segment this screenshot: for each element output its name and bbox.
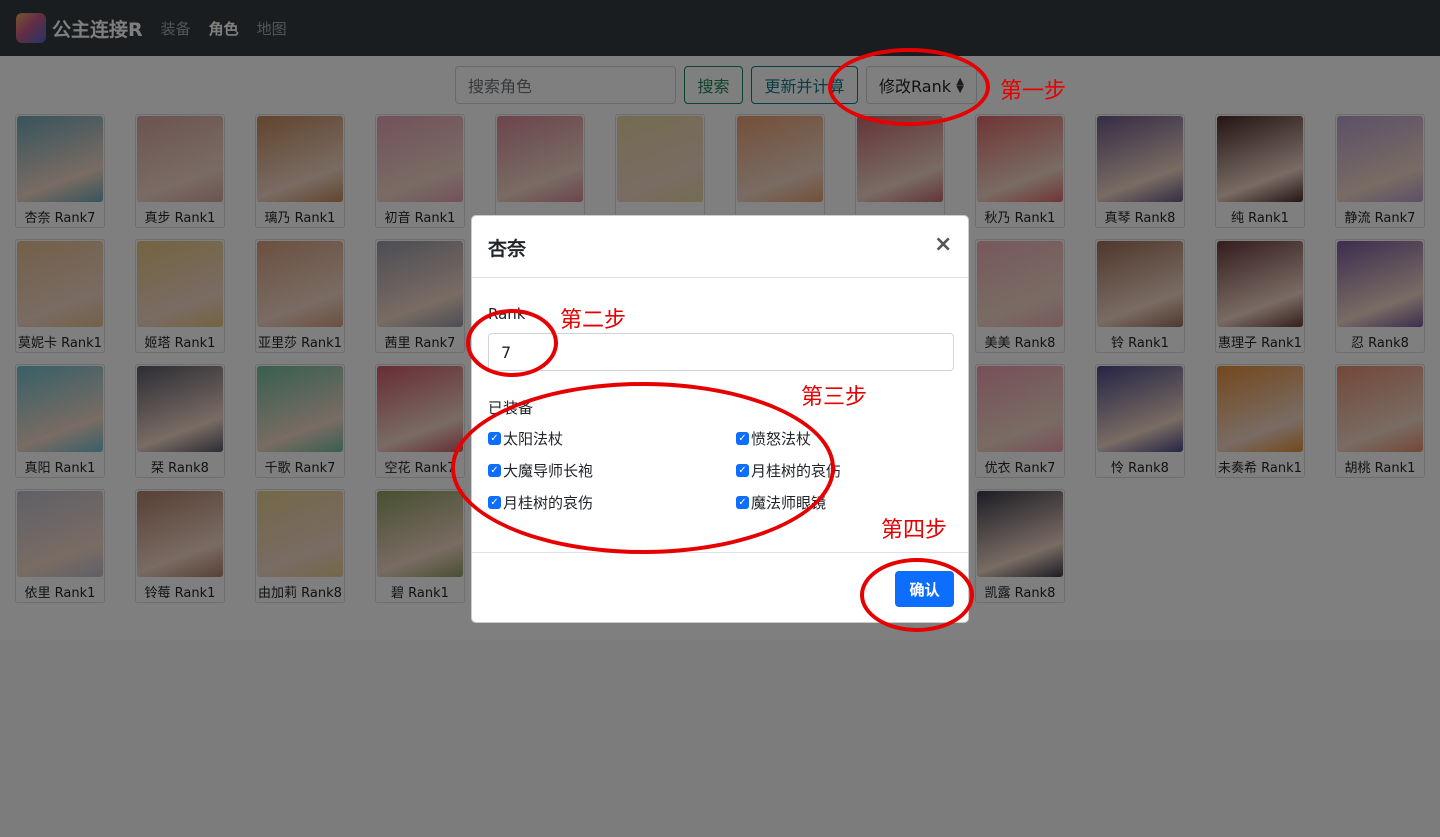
annotation-ring-step4 (860, 558, 974, 632)
modal-header: 杏奈 × (472, 216, 968, 278)
modal-footer-divider (472, 552, 968, 553)
annotation-ring-step1 (828, 48, 990, 126)
modal-title: 杏奈 (488, 238, 527, 260)
annotation-ring-step3 (451, 382, 835, 554)
close-icon[interactable]: × (934, 232, 952, 257)
annotation-step3: 第三步 (801, 385, 868, 410)
annotation-step2: 第二步 (560, 308, 627, 333)
annotation-step4: 第四步 (881, 518, 948, 543)
annotation-ring-step2 (466, 309, 558, 377)
annotation-step1: 第一步 (1000, 79, 1067, 104)
rank-input[interactable]: 7 (488, 333, 954, 371)
